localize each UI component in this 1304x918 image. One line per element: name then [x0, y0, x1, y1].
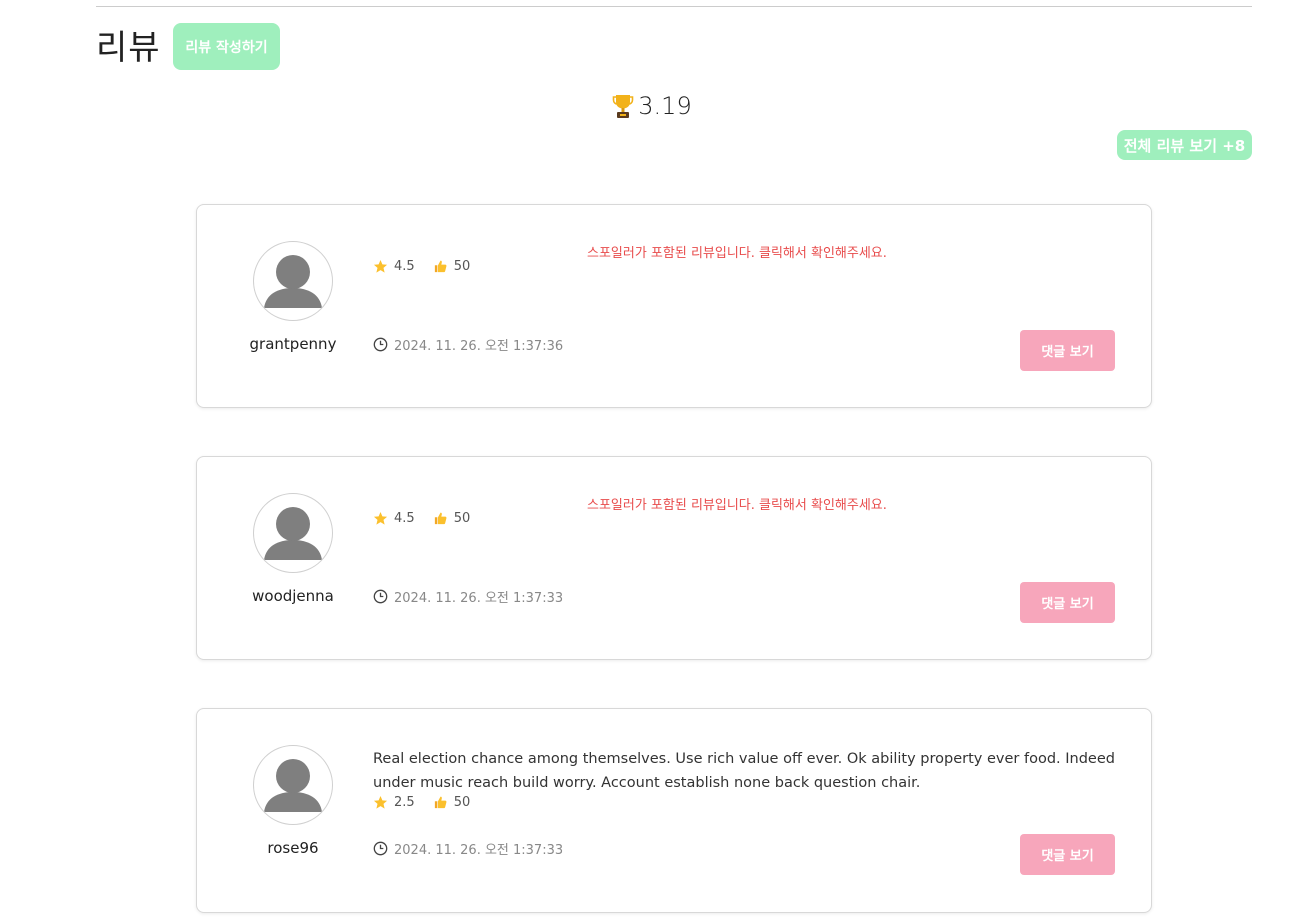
- review-username: woodjenna: [252, 587, 334, 605]
- review-date: 2024. 11. 26. 오전 1:37:33: [373, 839, 563, 858]
- user-icon: [264, 759, 322, 812]
- avatar: [253, 745, 333, 825]
- review-card: grantpenny 스포일러가 포함된 리뷰입니다. 클릭해서 확인해주세요.…: [196, 204, 1152, 408]
- avatar: [253, 493, 333, 573]
- review-stats: 4.5 50: [373, 259, 488, 274]
- review-text: Real election chance among themselves. U…: [373, 751, 1115, 791]
- view-comments-button[interactable]: 댓글 보기: [1020, 582, 1115, 623]
- clock-icon: [373, 337, 388, 352]
- review-card: woodjenna 스포일러가 포함된 리뷰입니다. 클릭해서 확인해주세요. …: [196, 456, 1152, 660]
- review-date: 2024. 11. 26. 오전 1:37:33: [373, 587, 563, 606]
- review-username: rose96: [267, 839, 319, 857]
- rating-value: 2.5: [394, 795, 415, 810]
- review-date-text: 2024. 11. 26. 오전 1:37:33: [394, 843, 564, 858]
- average-rating: 3.19: [0, 92, 1304, 120]
- section-title: 리뷰: [96, 28, 161, 68]
- spoiler-notice[interactable]: 스포일러가 포함된 리뷰입니다. 클릭해서 확인해주세요.: [587, 494, 887, 513]
- star-icon: [373, 259, 388, 273]
- spoiler-notice[interactable]: 스포일러가 포함된 리뷰입니다. 클릭해서 확인해주세요.: [587, 242, 887, 261]
- rating-stat: 4.5: [373, 511, 415, 526]
- avatar: [253, 241, 333, 321]
- star-icon: [373, 795, 388, 809]
- likes-stat[interactable]: 50: [433, 259, 471, 274]
- likes-count: 50: [453, 259, 471, 274]
- star-icon: [373, 511, 388, 525]
- review-date: 2024. 11. 26. 오전 1:37:36: [373, 335, 563, 354]
- review-card: rose96 Real election chance among themse…: [196, 708, 1152, 913]
- rating-value: 4.5: [394, 511, 415, 526]
- rating-stat: 2.5: [373, 795, 415, 810]
- view-all-reviews-button[interactable]: 전체 리뷰 보기 +8: [1117, 130, 1252, 160]
- clock-icon: [373, 589, 388, 604]
- likes-stat[interactable]: 50: [433, 511, 471, 526]
- review-username: grantpenny: [249, 335, 337, 353]
- review-date-text: 2024. 11. 26. 오전 1:37:36: [394, 339, 564, 354]
- user-icon: [264, 255, 322, 308]
- rating-value: 4.5: [394, 259, 415, 274]
- likes-count: 50: [453, 795, 471, 810]
- view-comments-button[interactable]: 댓글 보기: [1020, 834, 1115, 875]
- thumbs-up-icon: [434, 796, 447, 809]
- clock-icon: [373, 841, 388, 856]
- review-date-text: 2024. 11. 26. 오전 1:37:33: [394, 591, 564, 606]
- thumbs-up-icon: [434, 260, 447, 273]
- write-review-button[interactable]: 리뷰 작성하기: [173, 23, 280, 70]
- review-stats: 4.5 50: [373, 511, 488, 526]
- thumbs-up-icon: [434, 512, 447, 525]
- average-rating-value: 3.19: [638, 92, 692, 120]
- likes-stat[interactable]: 50: [433, 795, 471, 810]
- view-comments-button[interactable]: 댓글 보기: [1020, 330, 1115, 371]
- top-divider: [96, 6, 1252, 7]
- user-icon: [264, 507, 322, 560]
- likes-count: 50: [453, 511, 471, 526]
- rating-stat: 4.5: [373, 259, 415, 274]
- review-stats: 2.5 50: [373, 795, 488, 810]
- trophy-icon: [612, 95, 634, 118]
